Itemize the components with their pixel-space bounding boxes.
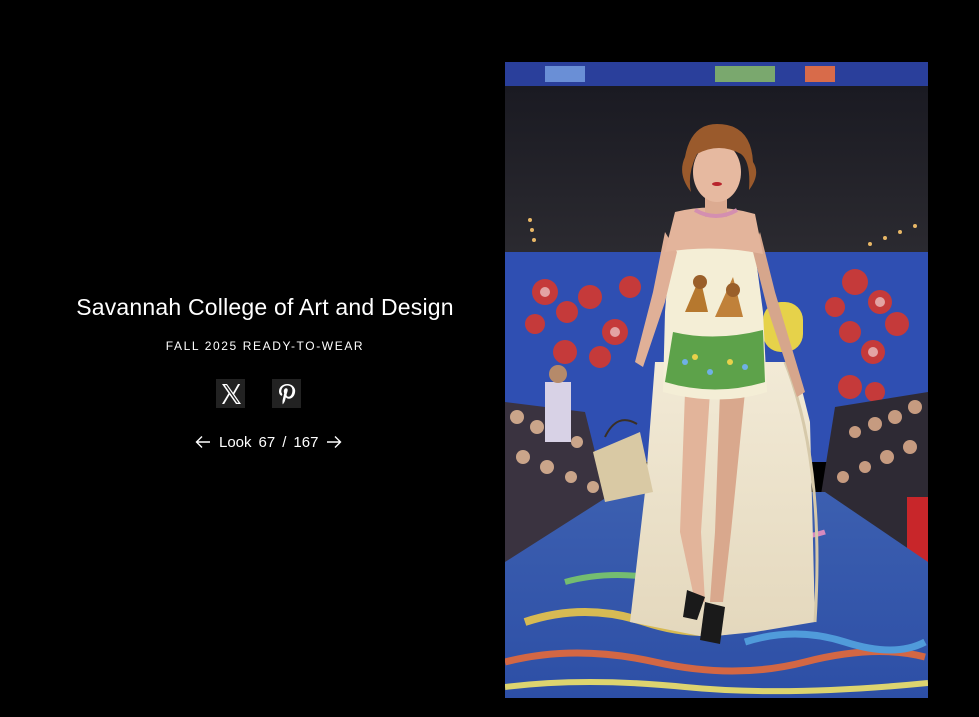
pinterest-logo-icon [278, 383, 295, 404]
total-looks: 167 [293, 433, 319, 451]
look-label: Look [219, 433, 252, 451]
current-look-number: 67 [258, 433, 276, 451]
look-pagination: Look 67 / 167 [194, 433, 343, 451]
runway-photo-illustration [505, 62, 928, 698]
arrow-left-icon [195, 436, 210, 448]
season-label: FALL 2025 READY-TO-WEAR [165, 339, 365, 353]
share-pinterest-button[interactable] [272, 379, 301, 408]
next-look-button[interactable] [325, 433, 343, 451]
share-buttons [216, 379, 301, 408]
runway-look-photo[interactable] [505, 62, 928, 698]
arrow-right-icon [327, 436, 342, 448]
look-separator: / [282, 433, 287, 451]
designer-title: Savannah College of Art and Design [76, 294, 454, 320]
previous-look-button[interactable] [194, 433, 212, 451]
x-logo-icon [221, 383, 241, 404]
look-info-panel: Savannah College of Art and Design FALL … [0, 0, 530, 717]
share-x-button[interactable] [216, 379, 245, 408]
